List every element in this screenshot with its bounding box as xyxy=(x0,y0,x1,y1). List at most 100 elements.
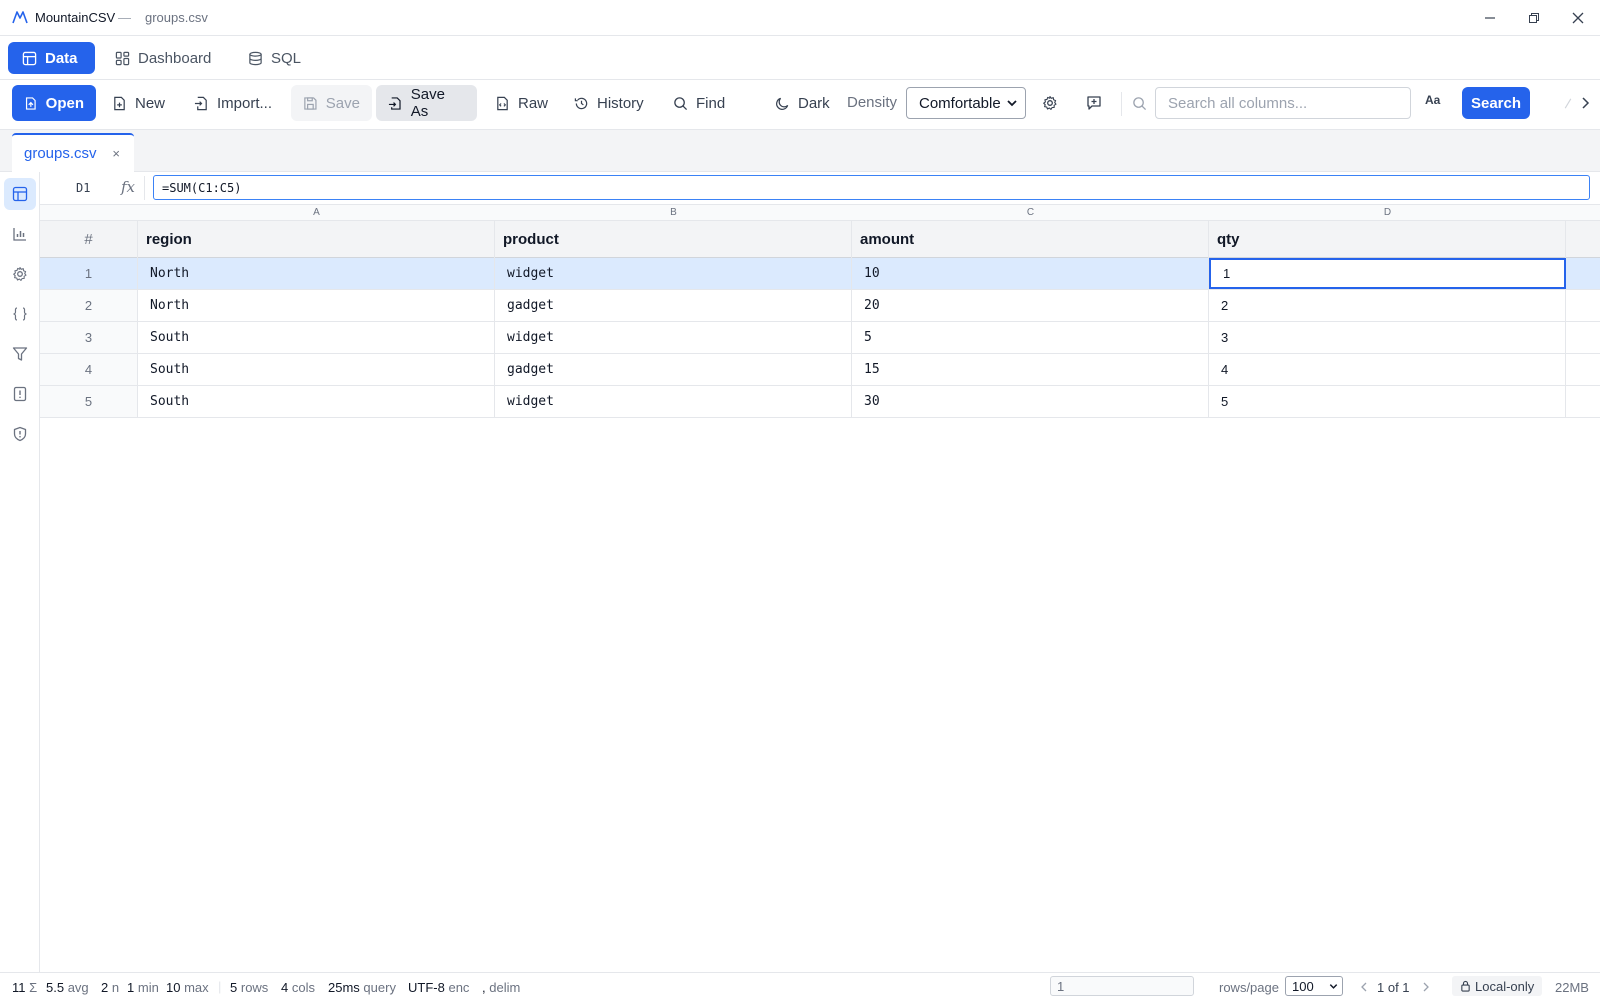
chevron-right-icon xyxy=(1582,97,1590,109)
history-button[interactable]: History xyxy=(562,85,656,121)
grid-cell-region[interactable]: South xyxy=(138,354,495,385)
column-letter: D xyxy=(1383,207,1392,218)
column-header-amount[interactable]: amount xyxy=(852,221,1209,258)
mountain-logo-icon xyxy=(12,11,28,24)
search-button[interactable]: Search xyxy=(1462,87,1530,119)
minimize-button[interactable] xyxy=(1468,0,1512,36)
file-open-icon xyxy=(25,96,36,110)
view-tab-sql[interactable]: SQL xyxy=(234,42,315,74)
view-tab-label: SQL xyxy=(271,49,302,67)
file-plus-icon xyxy=(114,96,125,110)
filter-icon xyxy=(12,347,28,361)
column-header-product[interactable]: product xyxy=(495,221,852,258)
density-select[interactable]: Comfortable xyxy=(906,87,1026,119)
stat-count: 2 n xyxy=(101,980,119,995)
grid-cell-amount[interactable]: 30 xyxy=(852,386,1209,417)
settings-button[interactable] xyxy=(1037,90,1063,116)
grid-cell-qty[interactable]: 4 xyxy=(1209,354,1566,385)
grid-cell-region[interactable]: North xyxy=(138,290,495,321)
view-switcher: Data Dashboard SQL xyxy=(0,36,1600,80)
grid-cell-region[interactable]: South xyxy=(138,322,495,353)
grid-cell-qty[interactable]: 5 xyxy=(1209,386,1566,417)
grid-cell-amount[interactable]: 20 xyxy=(852,290,1209,321)
sidebar-item-filter[interactable] xyxy=(4,338,36,370)
open-button[interactable]: Open xyxy=(12,85,96,121)
row-number[interactable]: 4 xyxy=(40,354,138,385)
close-window-button[interactable] xyxy=(1556,0,1600,36)
close-tab-icon[interactable]: × xyxy=(112,146,120,161)
stat-encoding: UTF-8 enc xyxy=(408,980,469,995)
stat-cols: 4 cols xyxy=(281,980,315,995)
query-value: 25ms xyxy=(328,980,360,995)
save-as-label: Save As xyxy=(410,86,445,120)
sidebar-item-settings[interactable] xyxy=(4,258,36,290)
grid-cell-amount[interactable]: 10 xyxy=(852,258,1209,289)
view-tab-dashboard[interactable]: Dashboard xyxy=(101,42,225,74)
column-header-region[interactable]: region xyxy=(138,221,495,258)
new-button[interactable]: New xyxy=(100,85,177,121)
grid-cell-product[interactable]: widget xyxy=(495,258,852,289)
raw-button[interactable]: Raw xyxy=(483,85,560,121)
match-case-toggle[interactable]: Aa xyxy=(1425,93,1440,107)
count-label: n xyxy=(111,980,120,995)
goto-row-input[interactable]: 1 xyxy=(1050,976,1194,996)
table-row[interactable]: 1 North widget 10 1 xyxy=(40,258,1600,290)
grid-cell-region[interactable]: North xyxy=(138,258,495,289)
query-label: query xyxy=(363,980,396,995)
grid-cell-product[interactable]: widget xyxy=(495,322,852,353)
sidebar-item-charts[interactable] xyxy=(4,218,36,250)
cell-reference: D1 xyxy=(76,181,91,195)
rows-per-page-select[interactable]: 100 xyxy=(1285,976,1343,996)
table-row[interactable]: 5 South widget 30 5 xyxy=(40,386,1600,418)
grid-cell-amount[interactable]: 15 xyxy=(852,354,1209,385)
comment-button[interactable] xyxy=(1081,90,1107,116)
column-header-qty[interactable]: qty xyxy=(1209,221,1566,258)
prev-page-icon[interactable] xyxy=(1359,981,1369,993)
toolbar-scroll-right-button[interactable] xyxy=(1574,90,1596,116)
next-page-icon[interactable] xyxy=(1421,981,1431,993)
grid-cell-product[interactable]: widget xyxy=(495,386,852,417)
import-button[interactable]: Import... xyxy=(182,85,284,121)
sidebar-item-security[interactable] xyxy=(4,418,36,450)
view-tab-data[interactable]: Data xyxy=(8,42,95,74)
save-button[interactable]: Save xyxy=(291,85,372,121)
sidebar-item-grid[interactable] xyxy=(4,178,36,210)
min-label: min xyxy=(137,980,159,995)
dark-mode-button[interactable]: Dark xyxy=(763,85,842,121)
view-tab-label: Dashboard xyxy=(138,49,212,67)
row-number[interactable]: 3 xyxy=(40,322,138,353)
grid-cell-product[interactable]: gadget xyxy=(495,354,852,385)
table-row[interactable]: 2 North gadget 20 2 xyxy=(40,290,1600,322)
app-name: MountainCSV xyxy=(35,10,116,25)
message-plus-icon xyxy=(1087,96,1101,110)
grid-cell-amount[interactable]: 5 xyxy=(852,322,1209,353)
rows-per-page-label: rows/page xyxy=(1219,980,1279,995)
sidebar-item-json[interactable] xyxy=(4,298,36,330)
search-all-input[interactable]: Search all columns... xyxy=(1155,87,1411,119)
row-number[interactable]: 2 xyxy=(40,290,138,321)
grid-cell-qty[interactable]: 3 xyxy=(1209,322,1566,353)
grid-cell-product[interactable]: gadget xyxy=(495,290,852,321)
table-row[interactable]: 4 South gadget 15 4 xyxy=(40,354,1600,386)
find-button[interactable]: Find xyxy=(661,85,737,121)
min-value: 1 xyxy=(127,980,135,995)
save-as-button[interactable]: Save As xyxy=(376,85,477,121)
row-number[interactable]: 5 xyxy=(40,386,138,417)
fx-icon: fx xyxy=(121,178,136,196)
new-label: New xyxy=(135,94,166,112)
restore-button[interactable] xyxy=(1512,0,1556,36)
avg-label: avg xyxy=(67,980,89,995)
database-icon xyxy=(249,51,262,65)
grid-cell-region[interactable]: South xyxy=(138,386,495,417)
grid-cell-qty[interactable]: 2 xyxy=(1209,290,1566,321)
bar-chart-icon xyxy=(13,228,26,241)
chevron-down-icon xyxy=(1329,984,1338,989)
column-letters: A B C D xyxy=(40,205,1600,221)
file-tab-groups[interactable]: groups.csv × xyxy=(12,133,134,172)
formula-input[interactable]: =SUM(C1:C5) xyxy=(153,175,1590,200)
row-number[interactable]: 1 xyxy=(40,258,138,289)
delim-value: , xyxy=(482,980,486,995)
table-row[interactable]: 3 South widget 5 3 xyxy=(40,322,1600,354)
grid-cell-qty[interactable]: 1 xyxy=(1209,258,1566,289)
sidebar-item-issues[interactable] xyxy=(4,378,36,410)
